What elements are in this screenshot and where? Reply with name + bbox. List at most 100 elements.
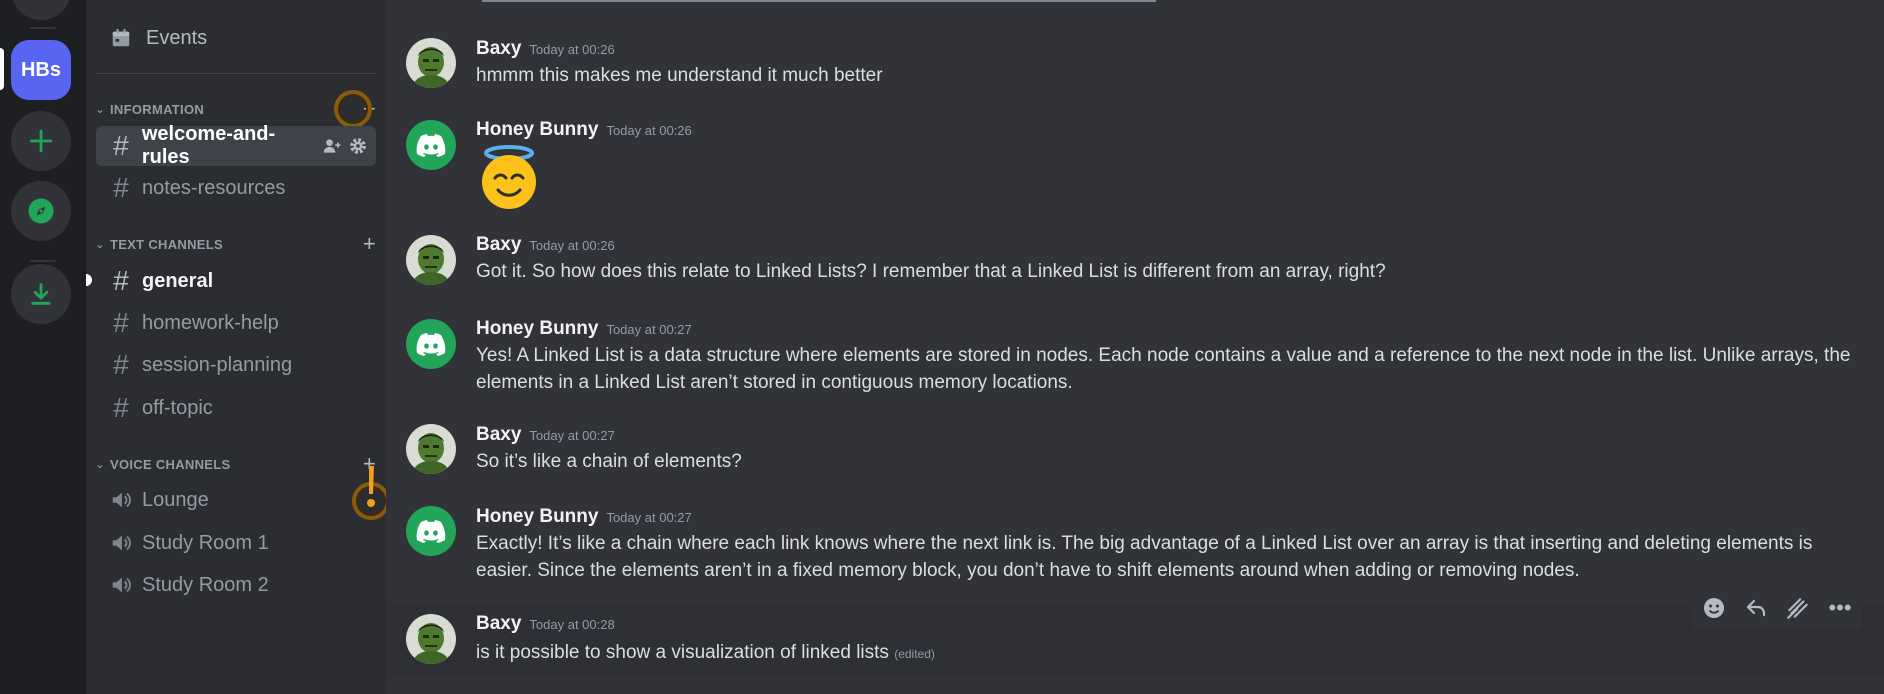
avatar[interactable] (406, 120, 456, 170)
channel-sidebar: Events ⌄ INFORMATION + # welcome-and-rul… (86, 0, 390, 694)
channel-label: session-planning (142, 353, 293, 376)
hash-icon: # (113, 392, 129, 423)
highlight-ring (334, 90, 372, 128)
avatar[interactable] (406, 506, 456, 556)
forward-icon[interactable] (1780, 590, 1816, 626)
channel-general[interactable]: # general (96, 261, 376, 301)
create-channel-icon[interactable]: + (363, 233, 376, 255)
timestamp: Today at 00:28 (529, 617, 615, 632)
server-rail: HBs (0, 0, 86, 694)
category-label: INFORMATION (110, 101, 205, 117)
message[interactable]: Honey Bunny Today at 00:27 Exactly! It’s … (386, 506, 1884, 592)
emoji-innocent[interactable]: 😇 (476, 144, 542, 210)
channel-label: off-topic (142, 396, 213, 419)
hash-icon: # (113, 265, 129, 296)
avatar[interactable] (406, 235, 456, 285)
channel-label: Study Room 2 (142, 573, 269, 596)
channel-notes-resources[interactable]: # notes-resources (96, 168, 376, 208)
hash-icon: # (113, 172, 129, 203)
category-text-channels[interactable]: ⌄ TEXT CHANNELS + (92, 232, 382, 256)
channel-label: Study Room 1 (142, 531, 269, 554)
speaker-icon (106, 532, 136, 554)
avatar[interactable] (406, 38, 456, 88)
channel-homework-help[interactable]: # homework-help (96, 303, 376, 343)
message[interactable]: Baxy Today at 00:26 Got it. So how does t… (386, 231, 1884, 295)
message-text: Exactly! It’s like a chain where each li… (476, 533, 1813, 581)
channel-label: welcome-and-rules (141, 123, 276, 168)
selected-server-pill (0, 48, 4, 90)
timestamp: Today at 00:26 (606, 123, 692, 138)
divider (96, 73, 376, 74)
author-name[interactable]: Baxy (476, 424, 521, 445)
timestamp: Today at 00:27 (606, 322, 692, 337)
author-name[interactable]: Honey Bunny (476, 506, 598, 527)
speaker-icon (106, 574, 136, 596)
channel-label: Lounge (142, 488, 209, 511)
message-text: Yes! A Linked List is a data structure w… (476, 345, 1851, 393)
avatar[interactable] (406, 319, 456, 369)
message-actions-toolbar: ••• (1692, 586, 1862, 630)
author-name[interactable]: Honey Bunny (476, 318, 598, 339)
timestamp: Today at 00:27 (529, 428, 615, 443)
message-text: is it possible to show a visualization o… (476, 642, 889, 663)
timestamp: Today at 00:27 (606, 510, 692, 525)
voice-channel-study-room-1[interactable]: Study Room 1 (96, 523, 376, 563)
compass-icon (28, 198, 54, 224)
chat-area: Baxy Today at 00:26 hmmm this makes me un… (386, 0, 1884, 694)
speaker-icon (106, 489, 136, 511)
author-name[interactable]: Baxy (476, 613, 521, 634)
plus-icon (29, 129, 53, 153)
discord-logo-icon (416, 333, 446, 356)
chevron-down-icon: ⌄ (95, 458, 105, 471)
category-label: VOICE CHANNELS (110, 456, 231, 472)
edited-label: (edited) (894, 647, 935, 661)
rail-separator (30, 260, 56, 262)
discord-logo-icon (416, 134, 446, 157)
category-label: TEXT CHANNELS (110, 236, 223, 252)
message[interactable]: Baxy Today at 00:27 So it’s like a chain … (386, 424, 1884, 484)
avatar[interactable] (406, 614, 456, 664)
voice-channel-lounge[interactable]: Lounge (96, 480, 376, 520)
author-name[interactable]: Honey Bunny (476, 119, 598, 140)
channel-label: notes-resources (142, 176, 286, 199)
timestamp: Today at 00:26 (529, 42, 615, 57)
voice-channel-study-room-2[interactable]: Study Room 2 (96, 565, 376, 605)
emoji-icon[interactable] (1696, 590, 1732, 626)
hash-icon: # (113, 349, 129, 380)
more-icon[interactable]: ••• (1822, 590, 1858, 626)
message-text: hmmm this makes me understand it much be… (476, 65, 883, 86)
discover-button[interactable] (11, 181, 71, 241)
chevron-down-icon: ⌄ (95, 103, 105, 116)
message[interactable]: Honey Bunny Today at 00:26 😇 (386, 116, 1884, 212)
message[interactable]: Honey Bunny Today at 00:27 Yes! A Linked … (386, 315, 1884, 401)
category-voice-channels[interactable]: ⌄ VOICE CHANNELS + (92, 452, 382, 476)
channel-off-topic[interactable]: # off-topic (96, 388, 376, 428)
calendar-icon (112, 28, 130, 47)
events-link[interactable]: Events (96, 20, 207, 56)
timestamp: Today at 00:26 (529, 238, 615, 253)
message-text: Got it. So how does this relate to Linke… (476, 261, 1386, 282)
message[interactable]: Baxy Today at 00:28 is it possible to sho… (386, 606, 1884, 674)
rail-separator (30, 27, 56, 29)
discord-logo-icon (416, 520, 446, 543)
events-label: Events (146, 26, 208, 49)
message[interactable]: Baxy Today at 00:26 hmmm this makes me un… (386, 34, 1884, 94)
author-name[interactable]: Baxy (476, 234, 521, 255)
home-button[interactable] (11, 0, 71, 20)
channel-welcome-and-rules[interactable]: # welcome-and-rules (96, 123, 376, 168)
author-name[interactable]: Baxy (476, 38, 521, 59)
hash-icon: # (113, 307, 129, 338)
message-text: So it’s like a chain of elements? (476, 451, 742, 472)
reply-icon[interactable] (1738, 590, 1774, 626)
hash-icon: # (113, 130, 129, 161)
channel-label: homework-help (142, 311, 279, 334)
download-icon (31, 283, 51, 305)
gear-icon[interactable] (348, 136, 368, 156)
server-hbs[interactable]: HBs (11, 40, 71, 100)
invite-icon[interactable] (322, 136, 342, 156)
add-server-button[interactable] (11, 111, 71, 171)
avatar[interactable] (406, 424, 456, 474)
channel-label: general (142, 269, 214, 292)
download-apps-button[interactable] (11, 264, 71, 324)
channel-session-planning[interactable]: # session-planning (96, 345, 376, 385)
